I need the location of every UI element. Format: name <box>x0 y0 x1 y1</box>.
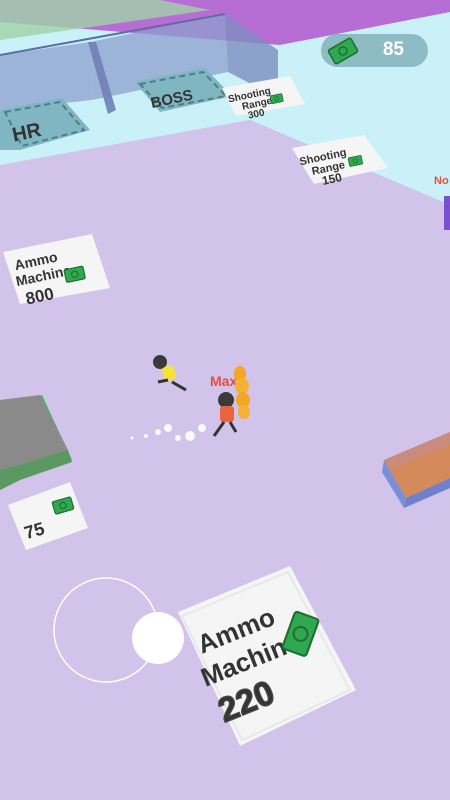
cash-icon <box>327 37 359 65</box>
player-name-label: Max <box>210 373 237 389</box>
cash-amount: 85 <box>382 39 404 60</box>
npc-name-label: No <box>434 175 449 187</box>
joystick-knob <box>132 612 184 664</box>
cash-counter: 85 <box>321 34 428 67</box>
game-scene: HR BOSS Shooting Range 300 Shooting Rang… <box>0 0 450 800</box>
